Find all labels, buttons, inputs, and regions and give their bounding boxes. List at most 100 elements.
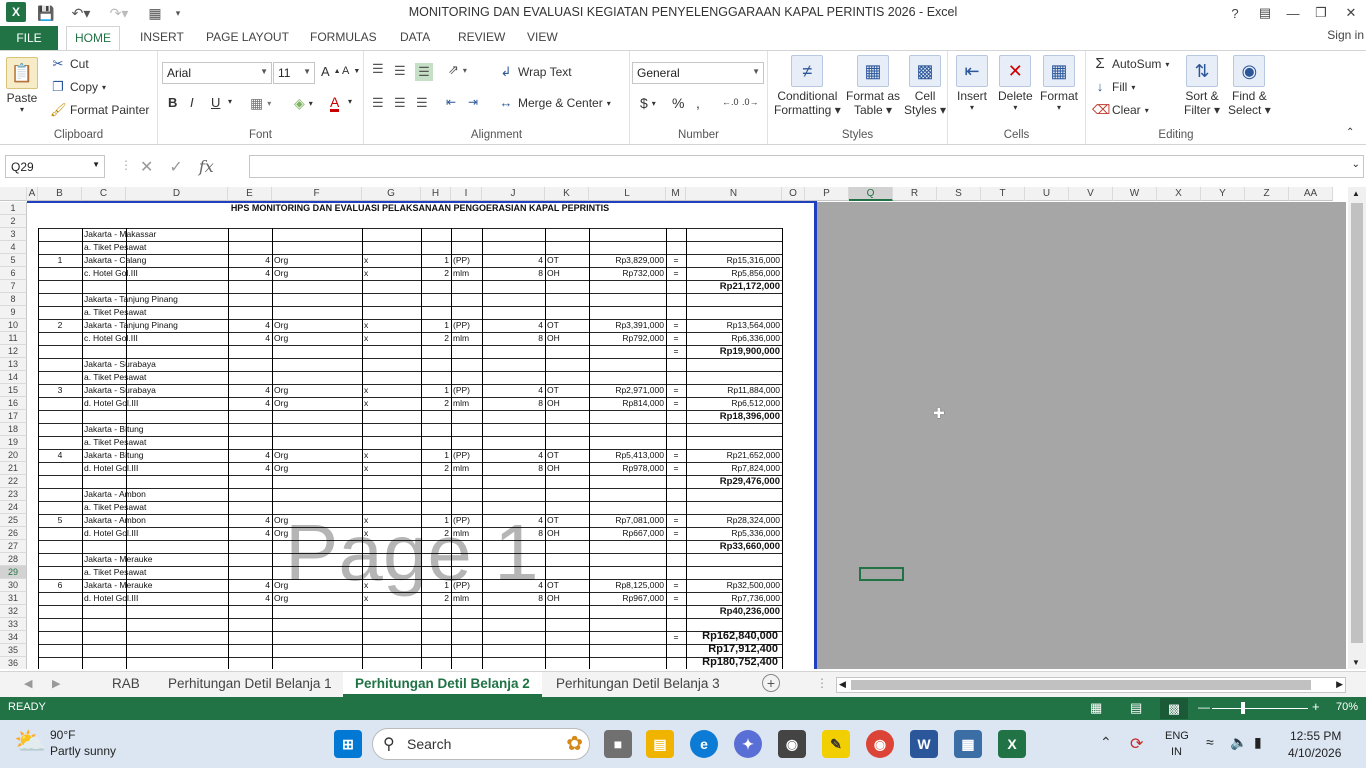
align-bottom-icon[interactable]: ☰ — [415, 63, 433, 81]
zoom-level[interactable]: 70% — [1336, 701, 1358, 713]
prev-sheet-icon[interactable]: ◀ — [24, 677, 32, 690]
row-header[interactable]: 12 — [0, 345, 27, 358]
font-color-dropdown-icon[interactable]: ▾ — [348, 97, 352, 106]
cell[interactable]: mlm — [453, 267, 480, 280]
column-header-p[interactable]: P — [805, 187, 849, 201]
language-region[interactable]: IN — [1171, 746, 1182, 758]
cell[interactable]: Jakarta - Tanjung Pinang — [84, 293, 178, 306]
row-header[interactable]: 24 — [0, 501, 27, 514]
column-header-k[interactable]: K — [545, 187, 589, 201]
decrease-decimal-icon[interactable]: .0→ — [742, 97, 759, 107]
row-header[interactable]: 29 — [0, 566, 27, 579]
cell[interactable]: Org — [274, 319, 360, 332]
page-break-line[interactable] — [814, 202, 817, 669]
help-button[interactable]: ? — [1220, 0, 1250, 26]
cell[interactable]: Rp978,000 — [591, 462, 664, 475]
cell[interactable]: Rp6,512,000 — [688, 397, 780, 410]
cell[interactable]: x — [364, 592, 419, 605]
worksheet-grid[interactable]: HPS MONITORING DAN EVALUASI PELAKSANAAN … — [0, 187, 1346, 669]
align-middle-icon[interactable]: ☰ — [394, 63, 406, 79]
borders-icon[interactable]: ▦ ▾ — [250, 95, 271, 112]
language-code[interactable]: ENG — [1165, 730, 1189, 742]
cell[interactable]: a. Tiket Pesawat — [84, 306, 146, 319]
cell[interactable]: 1 — [423, 449, 449, 462]
clock-date[interactable]: 4/10/2026 — [1288, 746, 1341, 760]
cell[interactable]: mlm — [453, 527, 480, 540]
tab-page-layout[interactable]: PAGE LAYOUT — [206, 30, 289, 44]
cell[interactable]: Jakarta - Ambon — [84, 514, 146, 527]
row-header[interactable]: 10 — [0, 319, 27, 332]
cell[interactable]: Rp6,336,000 — [688, 332, 780, 345]
cell[interactable]: 8 — [484, 462, 543, 475]
wifi-icon[interactable]: ≈ — [1206, 734, 1214, 750]
cell[interactable]: 4 — [484, 579, 543, 592]
cell[interactable]: x — [364, 267, 419, 280]
cell[interactable]: (PP) — [453, 579, 480, 592]
row-header[interactable]: 8 — [0, 293, 27, 306]
cell-subtotal[interactable]: Rp29,476,000 — [688, 475, 780, 488]
fill-button[interactable]: ↓ Fill ▾ — [1092, 79, 1136, 95]
normal-view-icon[interactable]: ▦ — [1090, 700, 1102, 716]
sheet-tab-belanja-3[interactable]: Perhitungan Detil Belanja 3 — [544, 672, 732, 697]
add-sheet-icon[interactable]: + — [762, 674, 780, 692]
cell[interactable]: 4 — [230, 449, 270, 462]
cell[interactable]: 1 — [423, 319, 449, 332]
cell[interactable]: Jakarta - Makassar — [84, 228, 156, 241]
cell[interactable]: = — [668, 332, 684, 345]
cell[interactable]: c. Hotel Gol.III — [84, 267, 138, 280]
cell[interactable]: = — [668, 319, 684, 332]
cell[interactable]: 3 — [40, 384, 80, 397]
zoom-slider-thumb[interactable] — [1241, 702, 1245, 714]
cell[interactable]: 4 — [230, 332, 270, 345]
sheet-tab-rab[interactable]: RAB — [100, 672, 152, 697]
bold-button[interactable]: B — [168, 95, 177, 110]
cell-subtotal[interactable]: Rp19,900,000 — [688, 345, 780, 358]
cell[interactable]: 4 — [484, 254, 543, 267]
row-header[interactable]: 21 — [0, 462, 27, 475]
tab-file[interactable]: FILE — [0, 26, 58, 50]
vertical-scroll-thumb[interactable] — [1351, 203, 1363, 643]
cell[interactable]: Org — [274, 592, 360, 605]
cell[interactable]: Rp15,316,000 — [688, 254, 780, 267]
cell[interactable]: x — [364, 514, 419, 527]
column-header-w[interactable]: W — [1113, 187, 1157, 201]
cell[interactable]: Rp2,971,000 — [591, 384, 664, 397]
cell[interactable]: a. Tiket Pesawat — [84, 436, 146, 449]
cell[interactable]: mlm — [453, 592, 480, 605]
word-icon[interactable]: W — [910, 730, 938, 758]
cell-subtotal[interactable]: Rp18,396,000 — [688, 410, 780, 423]
cell[interactable]: Org — [274, 254, 360, 267]
cell[interactable]: x — [364, 384, 419, 397]
cell[interactable]: = — [668, 345, 684, 358]
scroll-up-icon[interactable]: ▲ — [1352, 189, 1360, 198]
cell[interactable]: 4 — [484, 514, 543, 527]
calculator-icon[interactable]: ▦ — [954, 730, 982, 758]
insert-function-icon[interactable]: fx — [199, 157, 214, 177]
cell[interactable]: 4 — [484, 384, 543, 397]
formula-input[interactable] — [249, 155, 1364, 178]
cell[interactable]: = — [668, 579, 684, 592]
cell[interactable]: (PP) — [453, 449, 480, 462]
cell[interactable]: Rp28,324,000 — [688, 514, 780, 527]
row-header[interactable]: 34 — [0, 631, 27, 644]
cell[interactable]: Org — [274, 527, 360, 540]
enter-icon[interactable]: ✓ — [169, 157, 182, 177]
cell[interactable]: Org — [274, 449, 360, 462]
cell[interactable]: OT — [547, 579, 587, 592]
cell[interactable]: 2 — [423, 592, 449, 605]
number-format-select[interactable]: General ▼ — [632, 62, 764, 84]
cell[interactable]: (PP) — [453, 514, 480, 527]
column-header-b[interactable]: B — [38, 187, 82, 201]
file-explorer-icon[interactable]: ▤ — [646, 730, 674, 758]
cell[interactable]: 4 — [230, 267, 270, 280]
cell[interactable]: Rp5,336,000 — [688, 527, 780, 540]
autosum-button[interactable]: Σ AutoSum ▾ — [1092, 56, 1169, 72]
cell[interactable]: x — [364, 579, 419, 592]
cell[interactable]: 4 — [230, 462, 270, 475]
row-header[interactable]: 7 — [0, 280, 27, 293]
cell[interactable]: 8 — [484, 592, 543, 605]
non-print-area[interactable] — [817, 202, 1346, 669]
cell[interactable]: 4 — [230, 384, 270, 397]
column-header-r[interactable]: R — [893, 187, 937, 201]
tab-splitter-icon[interactable]: ⋮ — [816, 676, 828, 690]
